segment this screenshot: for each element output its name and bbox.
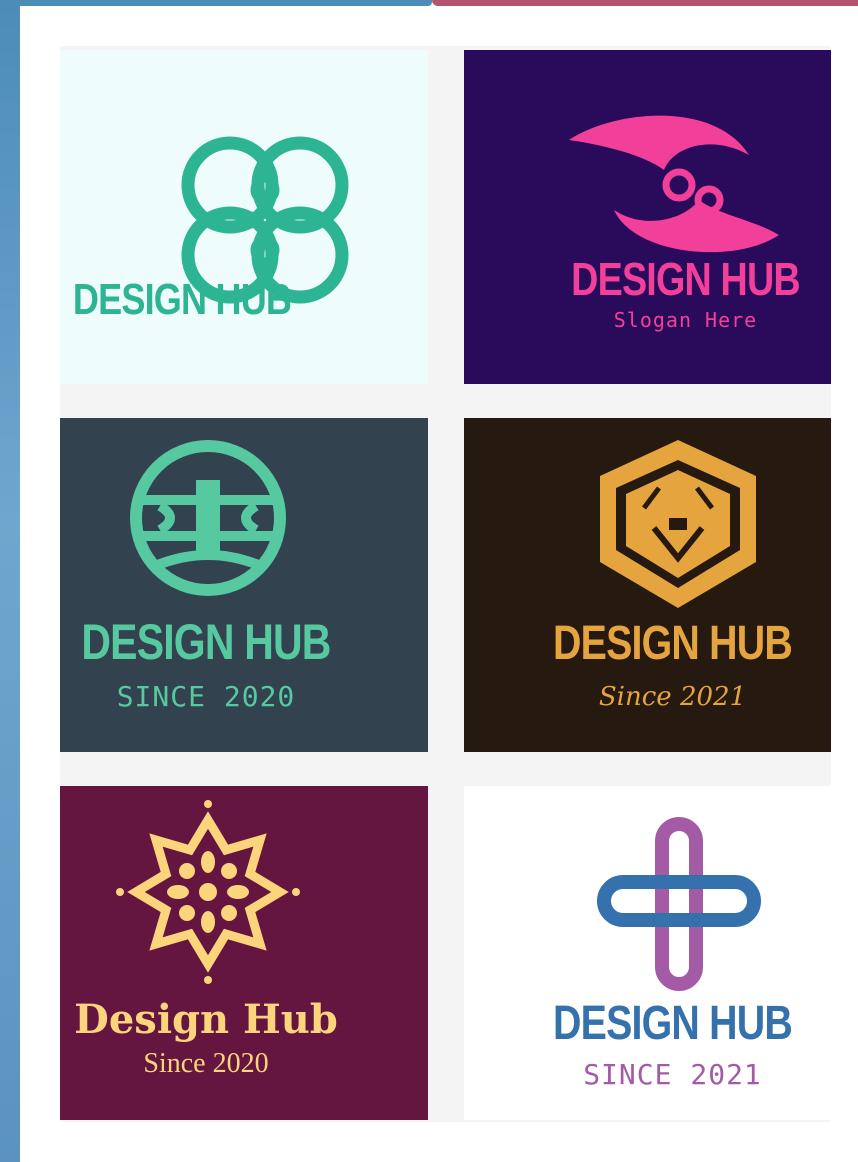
- infinity-knot-icon: [181, 136, 349, 304]
- left-edge-strip: [0, 0, 20, 1162]
- logo-tile-cross[interactable]: DESIGN HUB SINCE 2021: [464, 786, 831, 1120]
- logo-subtitle: SINCE 2021: [583, 1058, 762, 1091]
- logo-title: DESIGN HUB: [81, 614, 331, 670]
- logo-title: DESIGN HUB: [553, 997, 793, 1050]
- logo-subtitle: Since 2020: [143, 1048, 269, 1079]
- logo-subtitle: Slogan Here: [613, 308, 758, 332]
- logo-title: DESIGN HUB: [72, 275, 292, 324]
- logo-tile-globe[interactable]: DESIGN HUB SINCE 2020: [60, 418, 428, 752]
- logo-tile-mandala[interactable]: Design Hub Since 2020: [60, 786, 428, 1120]
- logo-subtitle: SINCE 2020: [116, 680, 296, 713]
- logo-tile-lion[interactable]: DESIGN HUB Since 2021: [464, 418, 831, 752]
- top-edge-strip-blue: [0, 0, 432, 6]
- logo-title: DESIGN HUB: [571, 253, 800, 305]
- logo-subtitle: Since 2021: [598, 682, 747, 712]
- logo-title: Design Hub: [74, 996, 338, 1043]
- swirl-icon: [569, 115, 779, 253]
- top-edge-strip-red: [432, 0, 858, 6]
- logo-tile-swirl[interactable]: DESIGN HUB Slogan Here: [464, 50, 831, 384]
- logo-tile-infinity[interactable]: DESIGN HUB: [60, 50, 428, 384]
- logo-title: DESIGN HUB: [553, 617, 793, 670]
